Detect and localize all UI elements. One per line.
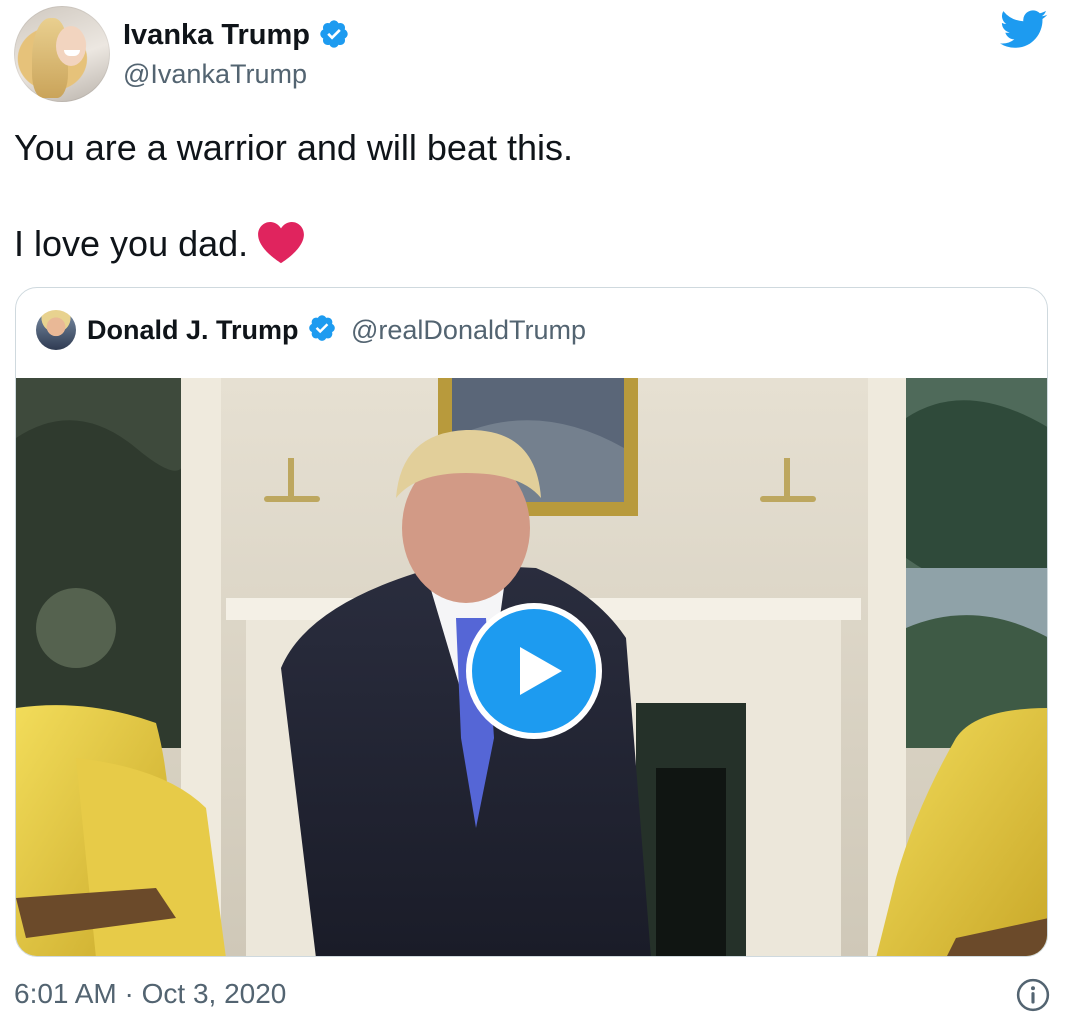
author-avatar[interactable] [14, 6, 110, 102]
tweet-timestamp[interactable]: 6:01 AM · Oct 3, 2020 [14, 976, 286, 1012]
heart-icon [258, 222, 305, 264]
video-player[interactable] [16, 378, 1047, 956]
author-name[interactable]: Ivanka Trump [123, 15, 310, 55]
quoted-author-name[interactable]: Donald J. Trump [87, 310, 299, 350]
tweet-text-line-2: I love you dad. [14, 222, 305, 266]
play-icon [520, 647, 562, 695]
twitter-bird-icon[interactable] [1000, 10, 1048, 50]
quoted-author-avatar[interactable] [36, 310, 76, 350]
info-icon[interactable] [1016, 978, 1050, 1012]
play-button[interactable] [466, 603, 602, 739]
quoted-author-handle[interactable]: @realDonaldTrump [351, 310, 586, 350]
tweet-embed: Ivanka Trump @IvankaTrump You are a warr… [0, 0, 1068, 1024]
author-handle[interactable]: @IvankaTrump [123, 56, 307, 92]
tweet-text-line-2-content: I love you dad. [14, 223, 249, 264]
verified-badge-icon [320, 20, 348, 48]
tweet-text-line-1: You are a warrior and will beat this. [14, 127, 573, 168]
quoted-tweet-card[interactable]: Donald J. Trump @realDonaldTrump [15, 287, 1048, 957]
verified-badge-icon [309, 315, 335, 341]
